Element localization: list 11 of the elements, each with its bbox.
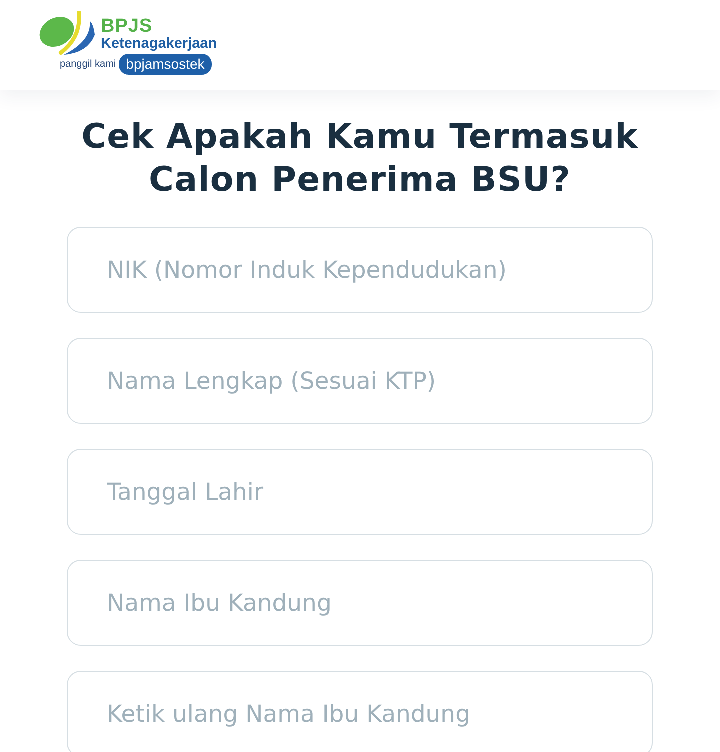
tagline-text: panggil kami	[60, 59, 116, 70]
brand-badge: bpjamsostek	[119, 54, 212, 75]
input-field[interactable]: Nama Ibu Kandung	[67, 560, 653, 646]
input-field[interactable]: Ketik ulang Nama Ibu Kandung	[67, 671, 653, 752]
input-field[interactable]: Tanggal Lahir	[67, 449, 653, 535]
logo-icon	[38, 11, 96, 56]
input-field[interactable]: NIK (Nomor Induk Kependudukan)	[67, 227, 653, 313]
brand-name: BPJS	[101, 17, 154, 36]
input-field[interactable]: Nama Lengkap (Sesuai KTP)	[67, 338, 653, 424]
page-title: Cek Apakah Kamu Termasuk Calon Penerima BSU?	[80, 116, 640, 202]
brand-subtitle: Ketenagakerjaan	[101, 36, 218, 52]
